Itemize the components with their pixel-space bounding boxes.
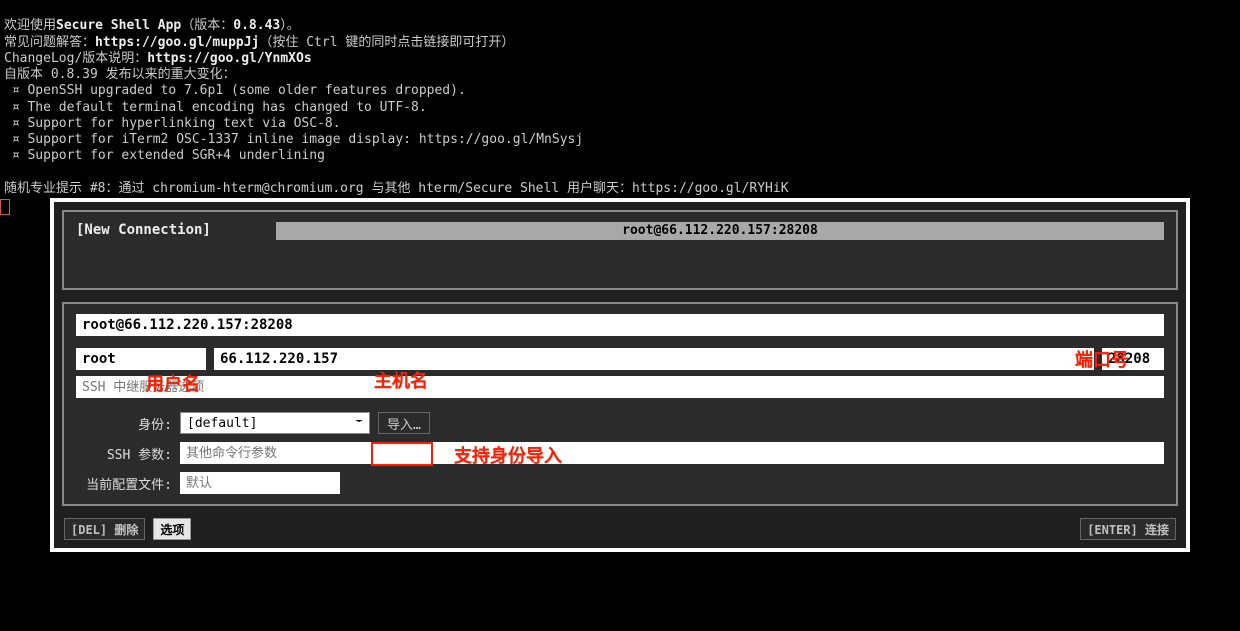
- hostname-input[interactable]: [214, 348, 1094, 370]
- terminal-output: 欢迎使用Secure Shell App（版本：0.8.43）。 常见问题解答：…: [0, 0, 1240, 197]
- connection-list-panel: [New Connection] root@66.112.220.157:282…: [62, 210, 1178, 290]
- connection-dialog: [New Connection] root@66.112.220.157:282…: [50, 198, 1190, 552]
- ssh-relay-input[interactable]: [76, 376, 1164, 398]
- connect-button[interactable]: [ENTER] 连接: [1080, 518, 1176, 540]
- connection-string-input[interactable]: [76, 314, 1164, 336]
- profile-input[interactable]: [180, 472, 340, 494]
- profile-label: 当前配置文件:: [76, 474, 172, 493]
- terminal-cursor: [0, 199, 10, 215]
- intro-bullet-3: ¤ Support for iTerm2 OSC-1337 inline ima…: [4, 132, 583, 147]
- new-connection-item[interactable]: [New Connection]: [76, 222, 256, 238]
- identity-select-value: [default]: [187, 416, 257, 431]
- identity-select[interactable]: [default]: [180, 412, 370, 434]
- import-identity-button[interactable]: 导入…: [378, 412, 430, 434]
- intro-since: 自版本 0.8.39 发布以来的重大变化：: [4, 67, 236, 82]
- port-input[interactable]: [1102, 348, 1164, 370]
- options-button[interactable]: 选项: [153, 518, 191, 540]
- intro-bullet-0: ¤ OpenSSH upgraded to 7.6p1 (some older …: [4, 83, 466, 98]
- delete-button[interactable]: [DEL] 删除: [64, 518, 145, 540]
- ssh-args-label: SSH 参数:: [76, 444, 172, 463]
- connection-form-panel: 身份: [default] 导入… SSH 参数: 当前配置文件:: [62, 302, 1178, 506]
- intro-faq: 常见问题解答：https://goo.gl/muppJj（按住 Ctrl 键的同…: [4, 35, 514, 50]
- dialog-button-bar: [DEL] 删除 选项 [ENTER] 连接: [62, 518, 1178, 540]
- intro-bullet-4: ¤ Support for extended SGR+4 underlining: [4, 148, 325, 163]
- intro-changelog: ChangeLog/版本说明：https://goo.gl/YnmXOs: [4, 51, 312, 66]
- username-input[interactable]: [76, 348, 206, 370]
- ssh-args-input[interactable]: [180, 442, 1164, 464]
- intro-bullet-1: ¤ The default terminal encoding has chan…: [4, 100, 427, 115]
- intro-line-1: 欢迎使用Secure Shell App（版本：0.8.43）。: [4, 18, 300, 33]
- identity-label: 身份:: [76, 414, 172, 433]
- intro-tip: 随机专业提示 #8：通过 chromium-hterm@chromium.org…: [4, 181, 789, 196]
- intro-bullet-2: ¤ Support for hyperlinking text via OSC-…: [4, 116, 341, 131]
- existing-connection-item[interactable]: root@66.112.220.157:28208: [276, 222, 1164, 240]
